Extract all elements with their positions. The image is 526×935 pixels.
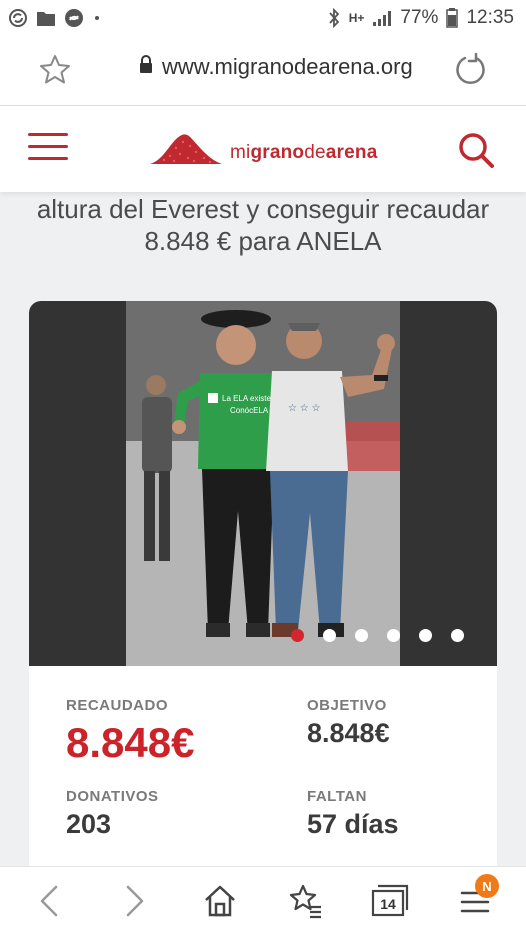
raised-value: 8.848€ bbox=[66, 719, 195, 766]
home-icon[interactable] bbox=[202, 883, 238, 924]
clock: 12:35 bbox=[466, 7, 514, 28]
reload-icon[interactable] bbox=[452, 52, 488, 93]
carousel-dot-active[interactable] bbox=[291, 629, 304, 642]
sand-pile-logo-icon bbox=[150, 130, 222, 171]
bookmarks-icon[interactable] bbox=[288, 883, 324, 924]
carousel-dot[interactable] bbox=[419, 629, 432, 642]
donations-stat: DONATIVOS 203 bbox=[66, 788, 159, 838]
carousel-dot[interactable] bbox=[323, 629, 336, 642]
shirt-text-1: La ELA existe bbox=[222, 394, 271, 403]
photo-carousel[interactable]: La ELA existe ConócELA ☆ ☆ ☆ bbox=[29, 301, 497, 666]
folder-icon bbox=[36, 9, 56, 27]
remaining-stat: FALTAN 57 días bbox=[307, 788, 399, 838]
carousel-dot[interactable] bbox=[355, 629, 368, 642]
donations-value: 203 bbox=[66, 809, 112, 839]
raised-stat: RECAUDADO 8.848€ bbox=[66, 697, 194, 764]
network-type: H+ bbox=[348, 11, 365, 25]
tab-count: 14 bbox=[380, 896, 396, 912]
carousel-dots bbox=[291, 629, 464, 642]
menu-hamburger-icon[interactable] bbox=[28, 133, 68, 161]
raised-label: RECAUDADO bbox=[66, 697, 168, 714]
goal-label: OBJETIVO bbox=[307, 697, 387, 714]
address-bar: www.migranodearena.org bbox=[0, 36, 526, 106]
bluetooth-icon bbox=[327, 8, 341, 28]
menu-notification-badge: N bbox=[475, 874, 499, 898]
campaign-title: altura del Everest y conseguir recaudar … bbox=[36, 194, 490, 256]
remaining-value: 57 días bbox=[307, 809, 399, 839]
lock-icon bbox=[138, 54, 154, 80]
site-header: migranodearena bbox=[0, 106, 526, 192]
tabs-icon[interactable]: 14 bbox=[370, 883, 410, 924]
signal-icon bbox=[372, 9, 392, 27]
back-arrow-icon[interactable] bbox=[36, 883, 64, 924]
goal-stat: OBJETIVO 8.848€ bbox=[307, 697, 390, 747]
browser-bottom-nav: 14 bbox=[0, 866, 526, 935]
status-bar: H+ 77% 12:35 bbox=[0, 0, 526, 36]
sync-icon bbox=[8, 8, 28, 28]
carousel-dot[interactable] bbox=[451, 629, 464, 642]
url-field[interactable]: www.migranodearena.org bbox=[138, 54, 413, 80]
shirt-text-2: ConócELA bbox=[230, 406, 269, 415]
battery-icon bbox=[446, 8, 459, 28]
campaign-card: La ELA existe ConócELA ☆ ☆ ☆ RECAUDADO 8… bbox=[29, 301, 497, 881]
forward-arrow-icon[interactable] bbox=[120, 883, 148, 924]
donations-label: DONATIVOS bbox=[66, 788, 159, 805]
logo-wordmark: migranodearena bbox=[230, 142, 378, 163]
url-text: www.migranodearena.org bbox=[162, 54, 413, 79]
bookmark-star-icon[interactable] bbox=[38, 53, 72, 92]
app-icon bbox=[64, 8, 84, 28]
search-icon[interactable] bbox=[456, 130, 496, 175]
battery-percent: 77% bbox=[400, 7, 439, 28]
remaining-label: FALTAN bbox=[307, 788, 367, 805]
svg-text:☆ ☆ ☆: ☆ ☆ ☆ bbox=[288, 403, 320, 414]
campaign-photo: La ELA existe ConócELA ☆ ☆ ☆ bbox=[126, 301, 400, 666]
carousel-dot[interactable] bbox=[387, 629, 400, 642]
goal-value: 8.848€ bbox=[307, 718, 390, 748]
notification-dot-icon bbox=[92, 13, 102, 23]
site-logo[interactable]: migranodearena bbox=[150, 130, 377, 171]
